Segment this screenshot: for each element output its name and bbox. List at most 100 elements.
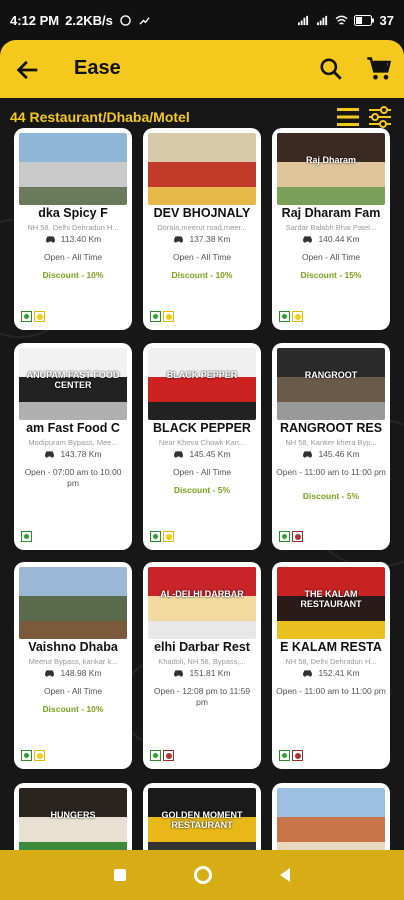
photo-signage-text: BLACK PEPPER <box>166 370 238 380</box>
distance-row: 140.44 Km <box>272 234 390 244</box>
veg-badge-icon <box>21 531 32 542</box>
signal-icon <box>297 15 308 25</box>
restaurant-card[interactable]: Raj Dharam Raj Dharam Fam Sardar Balabh Bh… <box>272 128 390 330</box>
restaurant-address: Meerut Bypass, kankar k... <box>28 657 118 666</box>
cart-icon[interactable] <box>365 55 393 83</box>
distance-value: 145.45 Km <box>189 449 231 459</box>
distance-value: 145.46 Km <box>318 449 360 459</box>
restaurant-card[interactable]: Vaishno Dhaba Meerut Bypass, kankar k... 1… <box>14 562 132 769</box>
restaurant-card[interactable]: AL-DELHI DARBAR elhi Darbar Rest Khadoli, … <box>143 562 261 769</box>
restaurant-name: BLACK PEPPER <box>153 421 251 435</box>
photo-signage-text: GOLDEN MOMENT RESTAURANT <box>161 810 243 830</box>
opening-hours: Open - All Time <box>172 467 232 477</box>
list-view-icon[interactable] <box>336 106 360 128</box>
back-arrow-icon[interactable] <box>14 56 42 84</box>
photo-signage-text: HUNGERS <box>50 810 96 820</box>
distance-row: 152.41 Km <box>272 668 390 678</box>
restaurant-address: Near Kheva Chowk Kan... <box>158 438 246 447</box>
photo-signage-text: Raj Dharam <box>305 155 357 165</box>
restaurant-photo: RANGROOT <box>277 348 385 420</box>
discount-label: Discount - 5% <box>302 491 360 501</box>
distance-value: 140.44 Km <box>318 234 360 244</box>
wifi-icon <box>335 15 348 25</box>
egg-badge-icon <box>292 311 303 322</box>
distance-row: 113.40 Km <box>14 234 132 244</box>
recents-icon[interactable] <box>114 869 126 881</box>
restaurant-name: elhi Darbar Rest <box>154 640 250 654</box>
opening-hours: Open - 12:08 pm to 11:59 pm <box>153 686 251 707</box>
restaurant-photo <box>148 133 256 205</box>
discount-label: Discount - 15% <box>300 270 362 280</box>
opening-hours: Open - 11:00 am to 11:00 pm <box>276 467 386 477</box>
restaurant-address: Dorala,meerut road,meer... <box>157 223 247 232</box>
veg-badge-icon <box>150 531 161 542</box>
battery-percent: 37 <box>379 12 394 28</box>
restaurant-card[interactable]: THE KALAM RESTAURANT E KALAM RESTA NH 58, … <box>272 562 390 769</box>
distance-value: 137.38 Km <box>189 234 231 244</box>
restaurant-address: Khadoli, NH 58, Bypass,... <box>158 657 246 666</box>
veg-badge-icon <box>21 750 32 761</box>
opening-hours: Open - All Time <box>172 252 232 262</box>
nav-back-icon[interactable] <box>280 868 290 882</box>
food-type-badges <box>279 750 303 761</box>
opening-hours: Open - All Time <box>301 252 361 262</box>
car-icon <box>174 670 184 677</box>
restaurant-name: RANGROOT RES <box>279 421 383 435</box>
battery-icon <box>353 14 374 26</box>
restaurant-name: dka Spicy F <box>38 206 108 220</box>
food-type-badges <box>21 531 32 542</box>
status-speed: 2.2KB/s <box>65 12 113 28</box>
distance-value: 152.41 Km <box>318 668 360 678</box>
distance-row: 151.81 Km <box>143 668 261 678</box>
car-icon <box>174 451 184 458</box>
car-icon <box>174 236 184 243</box>
food-type-badges <box>279 311 303 322</box>
opening-hours: Open - All Time <box>43 252 103 262</box>
food-type-badges <box>150 750 174 761</box>
distance-value: 143.78 Km <box>60 449 102 459</box>
restaurant-address: NH 58, Kanker khera Byp... <box>285 438 377 447</box>
car-icon <box>45 670 55 677</box>
photo-signage-text: THE KALAM RESTAURANT <box>300 589 362 609</box>
food-type-badges <box>21 750 45 761</box>
car-icon <box>303 670 313 677</box>
restaurant-photo <box>19 567 127 639</box>
restaurant-card[interactable]: dka Spicy F NH 58, Delhi Dehradun H... 113… <box>14 128 132 330</box>
car-icon <box>45 451 55 458</box>
restaurant-photo: Raj Dharam <box>277 133 385 205</box>
restaurant-photo: THE KALAM RESTAURANT <box>277 567 385 639</box>
restaurant-card[interactable]: RANGROOT RANGROOT RES NH 58, Kanker khera … <box>272 343 390 550</box>
distance-row: 145.46 Km <box>272 449 390 459</box>
distance-row: 145.45 Km <box>143 449 261 459</box>
restaurant-photo: ANUPAM FAST FOOD CENTER <box>19 348 127 420</box>
search-icon[interactable] <box>318 56 344 82</box>
home-icon[interactable] <box>194 866 212 884</box>
filter-icon[interactable] <box>367 104 393 130</box>
veg-badge-icon <box>279 750 290 761</box>
photo-signage-text: ANUPAM FAST FOOD CENTER <box>26 370 120 390</box>
restaurant-card[interactable]: DEV BHOJNALY Dorala,meerut road,meer... 13… <box>143 128 261 330</box>
discount-label: Discount - 5% <box>173 485 231 495</box>
restaurant-address: Sardar Balabh Bhai Patel... <box>285 223 377 232</box>
restaurant-photo <box>19 133 127 205</box>
egg-badge-icon <box>34 750 45 761</box>
distance-value: 148.98 Km <box>60 668 102 678</box>
distance-row: 137.38 Km <box>143 234 261 244</box>
distance-value: 151.81 Km <box>189 668 231 678</box>
restaurant-photo: BLACK PEPPER <box>148 348 256 420</box>
page-title: Ease <box>74 57 121 79</box>
status-bar: 4:12 PM 2.2KB/s 37 <box>0 0 404 40</box>
nonveg-badge-icon <box>163 750 174 761</box>
status-time: 4:12 PM <box>10 12 60 28</box>
photo-signage-text: RANGROOT <box>304 370 358 380</box>
signal-icon-2 <box>316 15 327 25</box>
distance-row: 143.78 Km <box>14 449 132 459</box>
veg-badge-icon <box>279 531 290 542</box>
veg-badge-icon <box>150 311 161 322</box>
food-type-badges <box>21 311 45 322</box>
distance-value: 113.40 Km <box>60 234 102 244</box>
discount-label: Discount - 10% <box>42 270 104 280</box>
restaurant-name: E KALAM RESTA <box>280 640 382 654</box>
restaurant-card[interactable]: ANUPAM FAST FOOD CENTER am Fast Food C Mod… <box>14 343 132 550</box>
restaurant-card[interactable]: BLACK PEPPER BLACK PEPPER Near Kheva Chowk… <box>143 343 261 550</box>
